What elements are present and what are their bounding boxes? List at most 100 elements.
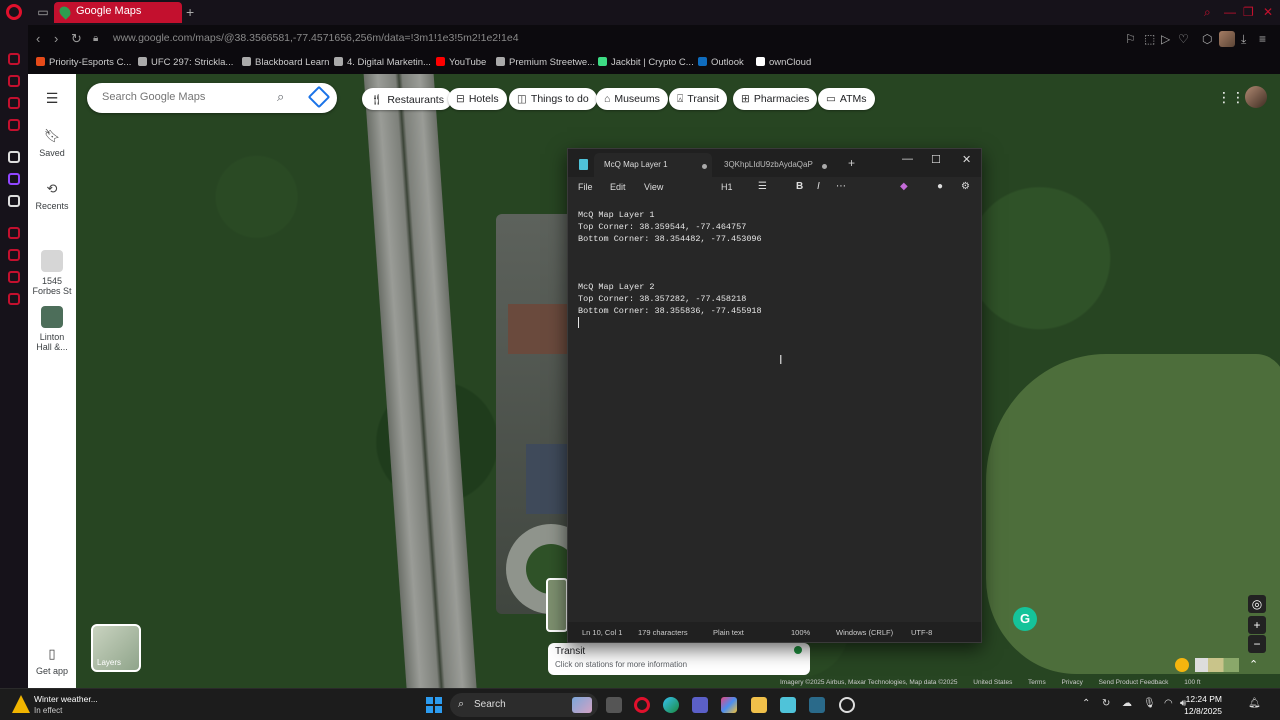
x-icon[interactable] [8,195,20,207]
weather-title[interactable]: Winter weather... [34,694,98,704]
account-avatar[interactable] [1245,86,1267,108]
bookmark-item[interactable]: UFC 297: Strickla... [138,57,233,68]
minimize-button[interactable]: — [902,153,913,165]
heading-dropdown[interactable]: H1 [721,182,733,192]
notepad-editor[interactable]: McQ Map Layer 1 Top Corner: 38.359544, -7… [568,203,981,623]
chip-museums[interactable]: ⌂ Museums [596,88,668,110]
chip-restaurants[interactable]: 🍴︎ Restaurants [362,88,452,110]
bookmark-item[interactable]: Blackboard Learn [242,57,329,68]
transit-card[interactable]: Transit Click on stations for more infor… [548,643,810,675]
app-taskbar-icon[interactable] [839,697,855,713]
tray-overflow-icon[interactable]: ⌃ [1082,698,1090,709]
microphone-icon[interactable]: 🎙︎ [1143,698,1156,709]
sidebar-app-icon[interactable] [8,75,20,87]
maximize-button[interactable]: ☐ [931,153,941,166]
italic-icon[interactable]: I [817,181,820,192]
menu-icon[interactable]: ≡ [1259,32,1266,46]
maximize-button[interactable]: ❐ [1243,5,1254,19]
recent-place-1[interactable]: 1545 Forbes St [28,250,76,296]
minimize-button[interactable]: — [1224,5,1236,19]
clock-date[interactable]: 12/8/2025 [1184,706,1222,716]
list-icon[interactable]: ☰ [758,181,767,192]
aria-icon[interactable] [8,53,20,65]
privacy-link[interactable]: Privacy [1062,679,1083,686]
copilot-icon[interactable]: ◆ [900,181,908,192]
snapshot-icon[interactable]: ⬚ [1144,32,1155,46]
notepad-tab-1[interactable]: McQ Map Layer 1 [594,153,712,177]
bookmark-item[interactable]: Jackbit | Crypto C... [598,57,694,68]
copilot-taskbar-icon[interactable] [721,697,737,713]
file-explorer-icon[interactable] [751,697,767,713]
edge-icon[interactable] [663,697,679,713]
tray-app-icon[interactable]: ↻ [1102,698,1110,709]
expand-chevron-icon[interactable]: ⌃ [1249,658,1258,671]
imagery-thumbnails[interactable] [1195,658,1239,672]
saved-button[interactable]: 🔖︎ Saved [28,128,76,158]
heart-icon[interactable]: ♡ [1178,32,1189,46]
notepad-taskbar-icon[interactable] [780,697,796,713]
profile-avatar[interactable] [1219,31,1235,47]
zoom-in-button[interactable]: + [1248,616,1266,634]
search-tabs-icon[interactable]: ⌕ [1204,5,1211,20]
feedback-link[interactable]: Send Product Feedback [1099,679,1169,686]
close-button[interactable]: ✕ [962,153,971,166]
sidebar-app-icon[interactable] [8,249,20,261]
close-button[interactable]: ✕ [1263,5,1273,19]
bold-icon[interactable]: B [796,181,803,192]
notepad-tab-2[interactable]: 3QKhpLIdU9zbAydaQaP [714,153,830,177]
new-tab-button[interactable]: + [848,156,855,170]
chip-atms[interactable]: ▭ ATMs [818,88,875,110]
bookmark-item[interactable]: ownCloud [756,57,811,68]
menu-file[interactable]: File [578,182,593,192]
tab-google-maps[interactable]: Google Maps [54,2,182,23]
recents-button[interactable]: ⟲ Recents [28,181,76,211]
forward-button[interactable]: › [54,31,58,46]
terms-link[interactable]: Terms [1028,679,1046,686]
bookmark-item[interactable]: 4. Digital Marketin... [334,57,431,68]
twitch-icon[interactable] [8,173,20,185]
bookmark-item[interactable]: Outlook [698,57,744,68]
get-app-button[interactable]: ▯ Get app [28,646,76,676]
zoom-out-button[interactable]: − [1248,635,1266,653]
clock-time[interactable]: 12:24 PM [1186,694,1222,704]
tab-overview-icon[interactable]: ▭ [36,5,50,19]
opera-gx-taskbar-icon[interactable] [634,697,650,713]
chip-transit[interactable]: ⍓ Transit [669,88,728,110]
bookmark-icon[interactable]: ⚐ [1125,32,1136,46]
layers-button[interactable]: Layers [91,624,141,672]
reload-button[interactable]: ↻ [71,31,82,47]
menu-view[interactable]: View [644,182,663,192]
notepad-titlebar[interactable]: McQ Map Layer 1 3QKhpLIdU9zbAydaQaP + — … [568,149,981,177]
extensions-icon[interactable]: ⬡ [1202,32,1212,46]
my-location-icon[interactable]: ◎ [1248,595,1266,613]
sidebar-app-icon[interactable] [8,227,20,239]
back-button[interactable]: ‹ [36,31,40,46]
teams-icon[interactable] [692,697,708,713]
status-zoom[interactable]: 100% [791,628,810,637]
chip-pharmacies[interactable]: ⊞ Pharmacies [733,88,818,110]
country-link[interactable]: United States [973,679,1012,686]
taskbar-search[interactable]: ⌕ Search [450,693,598,717]
chip-things-to-do[interactable]: ◫ Things to do [509,88,597,110]
menu-edit[interactable]: Edit [610,182,626,192]
player-icon[interactable]: ▷ [1161,32,1170,46]
opera-logo-icon[interactable] [6,4,22,20]
chip-hotels[interactable]: ⊟ Hotels [448,88,507,110]
sidebar-app-icon[interactable] [8,151,20,163]
sidebar-app-icon[interactable] [8,119,20,131]
settings-icon[interactable] [8,293,20,305]
grammarly-icon[interactable]: G [1013,607,1037,631]
maps-menu-icon[interactable]: ☰ [28,90,76,107]
search-input[interactable] [102,91,272,103]
bookmark-item[interactable]: Priority-Esports C... [36,57,131,68]
download-icon[interactable]: ⤓ [1241,32,1246,47]
new-tab-button[interactable]: + [186,4,194,20]
windows-start-icon[interactable] [426,697,442,713]
settings-gear-icon[interactable]: ⚙︎ [961,181,970,192]
task-view-icon[interactable] [606,697,622,713]
pegman-icon[interactable] [1175,658,1189,672]
directions-icon[interactable] [307,85,331,109]
notifications-icon[interactable]: 🔔︎ [1248,698,1261,709]
onedrive-icon[interactable]: ☁︎ [1122,698,1132,709]
sidebar-app-icon[interactable] [8,97,20,109]
